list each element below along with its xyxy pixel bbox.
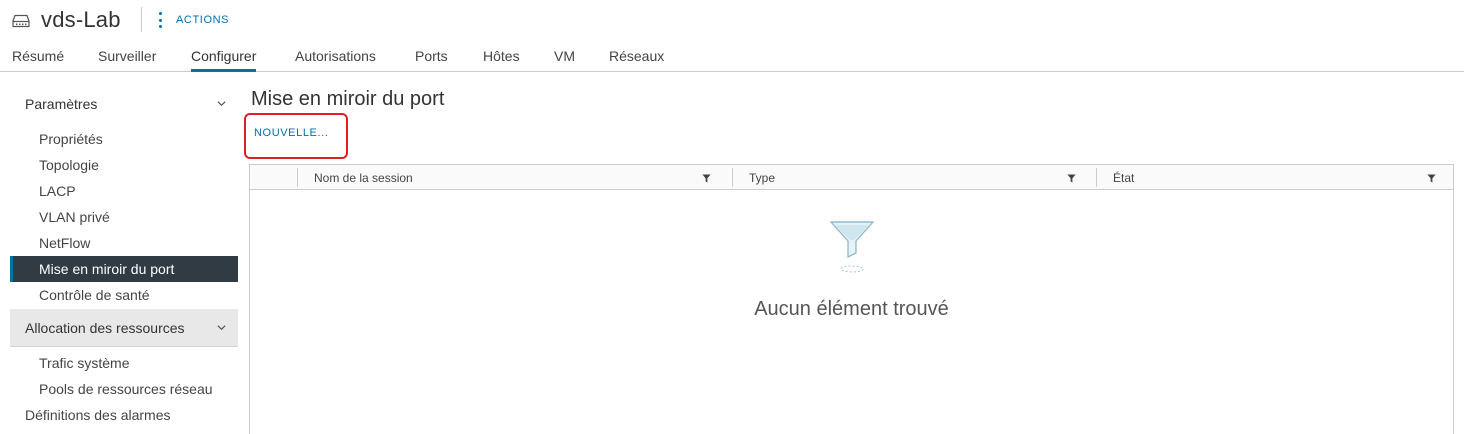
highlight-box: NOUVELLE... — [244, 113, 348, 159]
tab-reseaux[interactable]: Réseaux — [609, 48, 664, 72]
tab-hotes[interactable]: Hôtes — [483, 48, 520, 72]
datagrid-header: Nom de la session Type État — [250, 165, 1453, 190]
chevron-down-icon — [217, 101, 226, 107]
sidebar-item-trafic-systeme[interactable]: Trafic système — [10, 350, 238, 376]
sidebar-item-netflow[interactable]: NetFlow — [10, 230, 238, 256]
column-divider[interactable] — [732, 168, 733, 187]
header-divider — [141, 7, 142, 32]
tab-autorisations[interactable]: Autorisations — [295, 48, 376, 72]
section-allocation-ressources[interactable]: Allocation des ressources — [10, 309, 238, 347]
column-header-type[interactable]: Type — [749, 171, 775, 185]
sidebar-item-alarm-definitions[interactable]: Définitions des alarmes — [10, 402, 238, 428]
configure-sidebar: Paramètres Propriétés Topologie LACP VLA… — [10, 86, 238, 428]
tab-resume[interactable]: Résumé — [12, 48, 64, 72]
section-label: Allocation des ressources — [25, 319, 185, 336]
switch-icon — [12, 14, 30, 28]
sidebar-item-topologie[interactable]: Topologie — [10, 152, 238, 178]
sidebar-item-vlan-prive[interactable]: VLAN privé — [10, 204, 238, 230]
page-title: Mise en miroir du port — [251, 88, 445, 110]
sidebar-item-controle-sante[interactable]: Contrôle de santé — [10, 282, 238, 308]
tab-vm[interactable]: VM — [554, 48, 575, 72]
section-parametres[interactable]: Paramètres — [10, 86, 238, 122]
sidebar-item-lacp[interactable]: LACP — [10, 178, 238, 204]
tab-bar: Résumé Surveiller Configurer Autorisatio… — [0, 40, 1464, 72]
sidebar-item-proprietes[interactable]: Propriétés — [10, 126, 238, 152]
actions-label: ACTIONS — [176, 14, 230, 26]
new-session-button[interactable]: NOUVELLE... — [254, 127, 328, 139]
kebab-menu-icon — [155, 12, 165, 28]
actions-menu-button[interactable]: ACTIONS — [155, 11, 229, 29]
tab-ports[interactable]: Ports — [415, 48, 448, 72]
column-divider[interactable] — [1096, 168, 1097, 187]
section-label: Paramètres — [25, 96, 98, 112]
sessions-datagrid: Nom de la session Type État Aucun élémen… — [249, 164, 1454, 434]
object-header: vds-Lab ACTIONS — [0, 0, 1464, 40]
object-title: vds-Lab — [41, 7, 121, 32]
tab-surveiller[interactable]: Surveiller — [98, 48, 156, 72]
column-divider — [297, 168, 298, 187]
sidebar-item-port-mirroring[interactable]: Mise en miroir du port — [10, 256, 238, 282]
column-header-session-name[interactable]: Nom de la session — [314, 171, 413, 185]
filter-icon[interactable] — [1427, 174, 1436, 183]
filter-icon[interactable] — [1067, 174, 1076, 183]
tab-configurer[interactable]: Configurer — [191, 48, 257, 72]
sidebar-item-pools-ressources[interactable]: Pools de ressources réseau — [10, 376, 238, 402]
empty-filter-icon — [829, 221, 875, 273]
filter-icon[interactable] — [702, 174, 711, 183]
chevron-down-icon — [217, 325, 226, 331]
column-header-state[interactable]: État — [1113, 171, 1134, 185]
empty-state-message: Aucun élément trouvé — [754, 298, 949, 320]
